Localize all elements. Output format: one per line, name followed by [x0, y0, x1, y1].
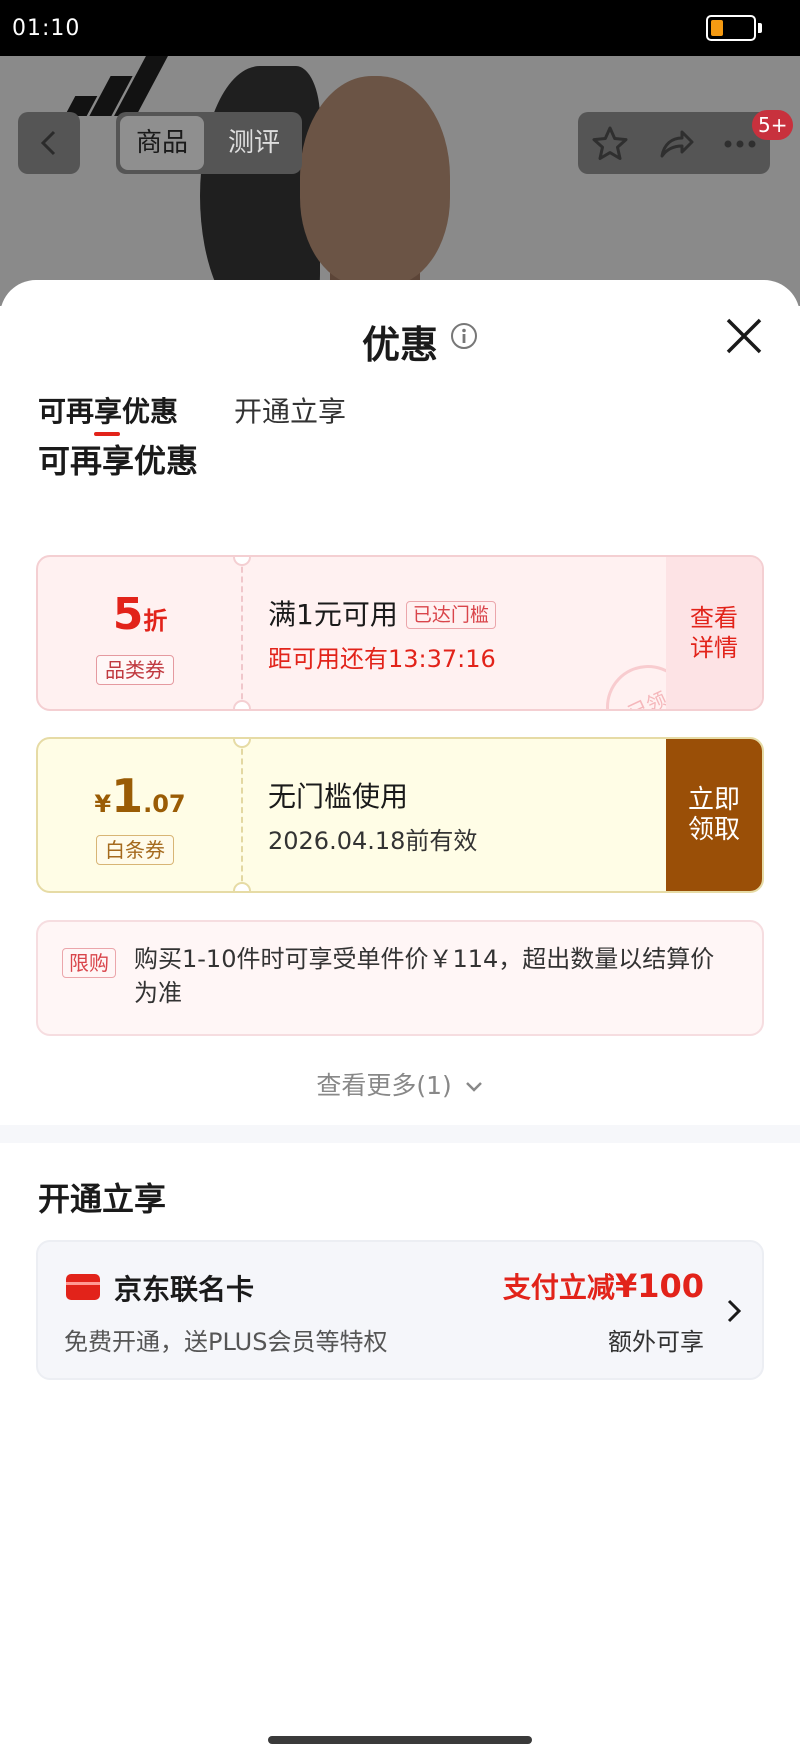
coupon-condition: 无门槛使用 [268, 780, 409, 813]
card-name: 京东联名卡 [114, 1273, 255, 1306]
section-title-reusable: 可再享优惠 [38, 442, 199, 480]
coupon-validity: 2026.04.18前有效 [268, 827, 478, 855]
coupon-value: 5折 [112, 589, 168, 640]
status-badge: 已达门槛 [405, 601, 496, 629]
coupon-type-tag: 白条券 [96, 835, 174, 865]
claim-now-button[interactable]: 立即 领取 [666, 739, 762, 891]
card-promo-note: 额外可享 [608, 1328, 704, 1356]
info-icon[interactable] [450, 322, 478, 350]
section-title-activate: 开通立享 [38, 1180, 167, 1218]
card-promo: 支付立减¥100 [502, 1267, 704, 1305]
product-actions [578, 112, 770, 174]
coupon-value: ¥1.07 [94, 769, 186, 823]
notification-badge: 5+ [752, 110, 794, 140]
purchase-limit-notice: 限购 购买1-10件时可享受单件价￥114，超出数量以结算价为准 [36, 920, 764, 1036]
section-divider [0, 1125, 800, 1143]
promotions-sheet: 优惠 可再享优惠 开通立享 可再享优惠 5折 品类券 满1元可用 已达门槛 距可用… [0, 280, 800, 1760]
status-time: 01:10 [12, 16, 81, 41]
coupon-condition: 满1元可用 [268, 598, 398, 631]
model-face [300, 76, 450, 286]
coupon-details: 无门槛使用 2026.04.18前有效 [268, 775, 477, 856]
product-image [0, 56, 800, 306]
tab-activate-offers[interactable]: 开通立享 [234, 390, 346, 430]
status-bar: 01:10 [0, 0, 800, 56]
back-icon [40, 130, 56, 156]
coupon-type-tag: 品类券 [96, 655, 174, 685]
coupon-divider [241, 739, 243, 891]
coupon-value-area: 5折 品类券 [38, 557, 242, 709]
coupon-value-area: ¥1.07 白条券 [38, 739, 242, 891]
tab-review[interactable]: 测评 [212, 116, 296, 170]
share-icon[interactable] [656, 124, 696, 164]
co-branded-card-offer[interactable]: 京东联名卡 免费开通，送PLUS会员等特权 支付立减¥100 额外可享 [36, 1240, 764, 1380]
limit-tag: 限购 [62, 948, 116, 978]
home-indicator [268, 1736, 532, 1744]
tab-reusable-offers[interactable]: 可再享优惠 [38, 390, 178, 430]
see-more-button[interactable]: 查看更多(1) [0, 1066, 800, 1102]
tab-product[interactable]: 商品 [120, 116, 204, 170]
see-more-label: 查看更多(1) [316, 1071, 452, 1100]
coupon-countdown: 距可用还有13:37:16 [268, 645, 496, 673]
sheet-title: 优惠 [361, 323, 438, 367]
coupon-details: 满1元可用 已达门槛 距可用还有13:37:16 [268, 593, 496, 674]
coupon-card: 5折 品类券 满1元可用 已达门槛 距可用还有13:37:16 已领 查看 详情 [36, 555, 764, 711]
product-tabs: 商品 测评 [116, 112, 302, 174]
view-details-button[interactable]: 查看 详情 [666, 557, 762, 709]
chevron-down-icon [465, 1082, 482, 1092]
back-button[interactable] [18, 112, 80, 174]
close-icon[interactable] [722, 314, 766, 358]
card-icon [66, 1274, 100, 1300]
card-description: 免费开通，送PLUS会员等特权 [64, 1328, 388, 1356]
coupon-card: ¥1.07 白条券 无门槛使用 2026.04.18前有效 立即 领取 [36, 737, 764, 893]
limit-text: 购买1-10件时可享受单件价￥114，超出数量以结算价为准 [134, 945, 715, 1007]
battery-icon [706, 15, 756, 41]
chevron-right-icon [727, 1299, 742, 1323]
battery-tip [758, 23, 762, 33]
coupon-divider [241, 557, 243, 709]
brand-logo [60, 56, 168, 116]
star-icon[interactable] [590, 124, 630, 164]
